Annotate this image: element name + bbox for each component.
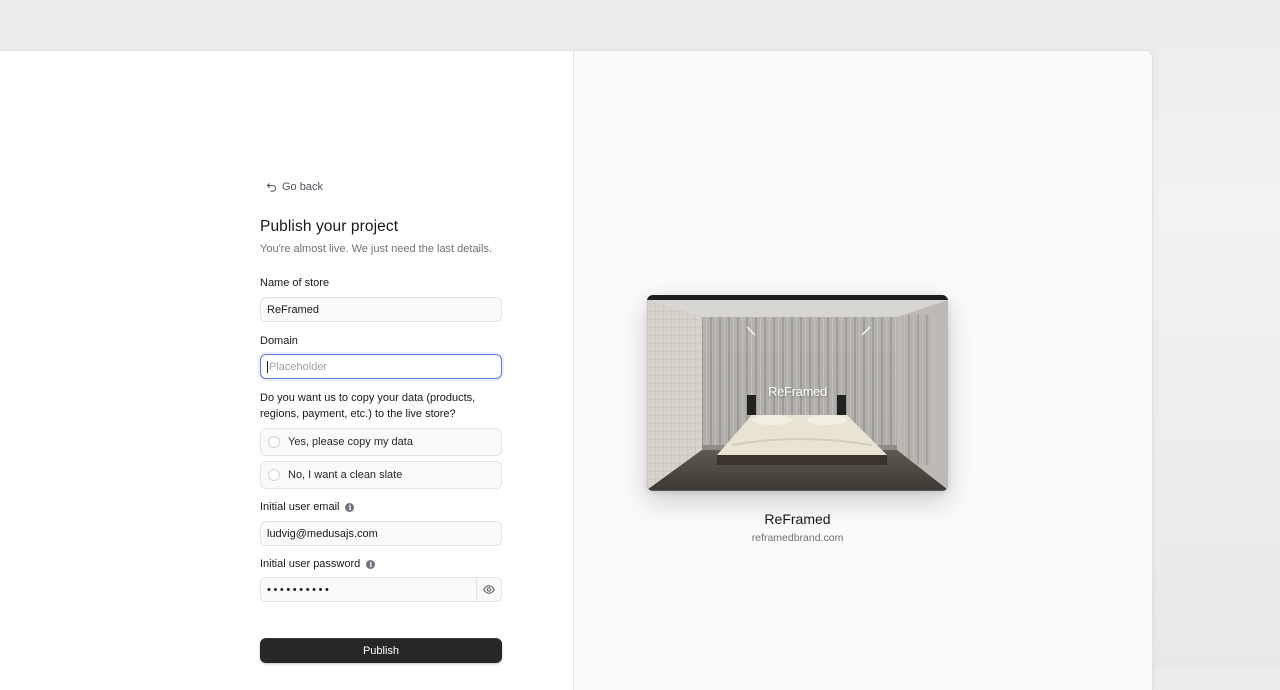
radio-circle-icon[interactable] — [268, 436, 280, 448]
store-name-label-text: Name of store — [260, 277, 330, 289]
copy-data-yes-label: Yes, please copy my data — [288, 436, 413, 448]
domain-input[interactable]: Placeholder — [260, 354, 502, 379]
password-label: Initial user password i — [260, 558, 502, 570]
email-value: ludvig@medusajs.com — [267, 527, 378, 540]
store-name: ReFramed — [764, 511, 831, 527]
show-password-button[interactable] — [476, 578, 501, 601]
password-label-text: Initial user password — [260, 558, 361, 570]
store-name-label: Name of store — [260, 277, 502, 289]
publish-button[interactable]: Publish — [260, 638, 502, 663]
copy-data-no-option[interactable]: No, I want a clean slate — [260, 461, 502, 489]
password-value: •••••••••• — [267, 583, 332, 596]
store-domain: reframedbrand.com — [751, 532, 844, 544]
store-name-value: ReFramed — [267, 303, 319, 316]
preview-panel: ReFramed ReFramed reframedbrand.com — [574, 51, 1152, 690]
go-back-link[interactable]: Go back — [266, 179, 502, 195]
copy-data-question: Do you want us to copy your data (produc… — [260, 392, 476, 420]
info-icon[interactable]: i — [345, 502, 355, 512]
page-subtitle: You're almost live. We just need the las… — [260, 243, 493, 255]
preview-logo: ReFramed — [767, 384, 827, 399]
go-back-label: Go back — [282, 181, 323, 193]
radio-circle-icon[interactable] — [268, 469, 280, 481]
domain-label-text: Domain — [260, 335, 298, 347]
domain-placeholder: Placeholder — [267, 360, 328, 373]
eye-icon — [483, 585, 495, 594]
form-panel: Go back Publish your project You're almo… — [0, 51, 574, 690]
password-field[interactable]: •••••••••• — [261, 578, 476, 601]
copy-data-no-label: No, I want a clean slate — [288, 469, 403, 481]
email-label: Initial user email i — [260, 501, 502, 513]
email-label-text: Initial user email — [260, 501, 340, 513]
info-icon[interactable]: i — [366, 559, 376, 569]
store-preview-image: ReFramed — [647, 295, 948, 491]
email-input[interactable]: ludvig@medusajs.com — [260, 521, 502, 546]
page-title: Publish your project — [260, 218, 399, 235]
copy-data-yes-option[interactable]: Yes, please copy my data — [260, 428, 502, 456]
publish-form: Go back Publish your project You're almo… — [260, 179, 502, 663]
store-name-input[interactable]: ReFramed — [260, 297, 502, 322]
password-input[interactable]: •••••••••• — [260, 577, 502, 602]
domain-label: Domain — [260, 335, 502, 347]
undo-arrow-icon — [266, 182, 277, 193]
app-window: Go back Publish your project You're almo… — [0, 50, 1153, 690]
